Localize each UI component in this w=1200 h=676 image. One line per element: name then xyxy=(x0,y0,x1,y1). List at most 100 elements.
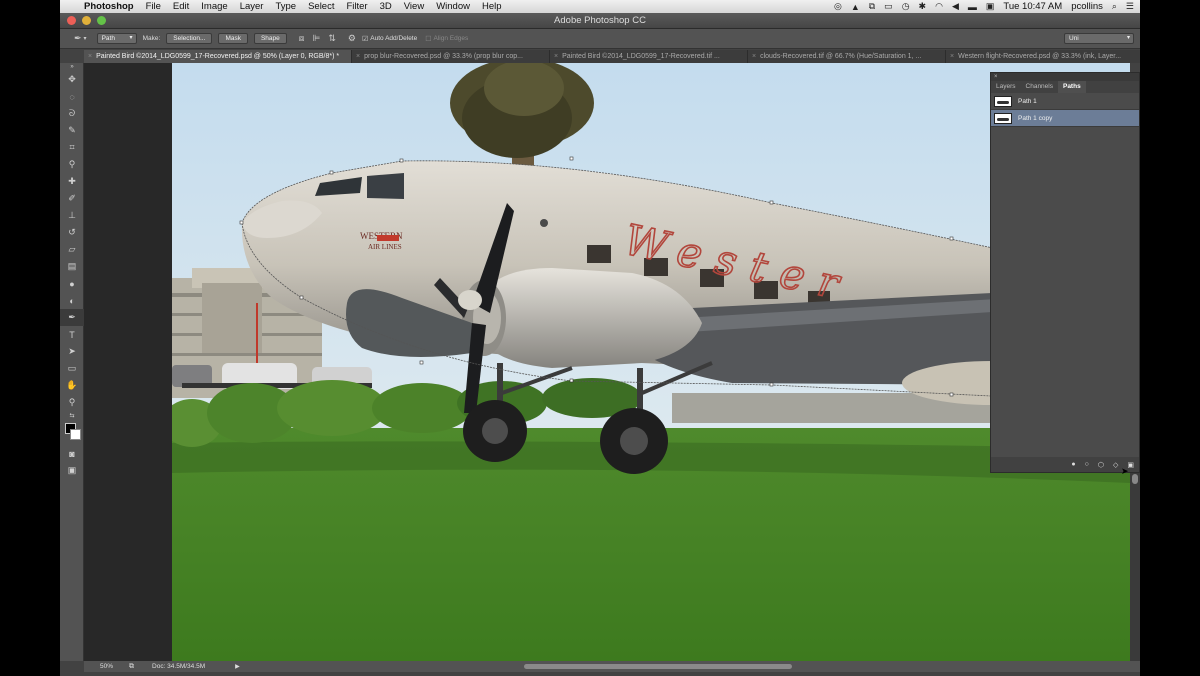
panel-close-icon[interactable]: × xyxy=(991,73,1139,81)
path-alignment-icon[interactable]: ⊫ xyxy=(313,33,321,44)
path-thumbnail xyxy=(994,95,1012,107)
path-thumbnail xyxy=(994,112,1012,124)
screen: Photoshop File Edit Image Layer Type Sel… xyxy=(60,0,1140,676)
make-work-path-icon[interactable]: ◇ xyxy=(1113,461,1118,469)
align-edges-checkbox[interactable]: ☐ xyxy=(425,35,431,43)
document-image[interactable]: Wester WESTERN AIR LINES xyxy=(172,63,1130,661)
menu-layer[interactable]: Layer xyxy=(240,1,264,12)
rectangle-icon[interactable]: ▭ xyxy=(60,360,84,377)
zoom-icon[interactable]: ⚲ xyxy=(60,394,84,411)
user-name[interactable]: pcollins xyxy=(1071,1,1103,12)
spotlight-icon[interactable]: ⌕ xyxy=(1112,1,1117,12)
healing-icon[interactable]: ✚ xyxy=(60,173,84,190)
input-source-icon[interactable]: ▣ xyxy=(986,1,995,12)
notification-center-icon[interactable]: ☰ xyxy=(1126,1,1134,12)
path-row[interactable]: Path 1 copy xyxy=(991,110,1139,127)
battery-icon[interactable]: ▬ xyxy=(968,2,977,12)
units-select[interactable]: Uni xyxy=(1064,33,1134,44)
clone-stamp-icon[interactable]: ⊥ xyxy=(60,207,84,224)
auto-add-delete-checkbox[interactable]: ☑ xyxy=(362,35,368,43)
hand-icon[interactable]: ✋ xyxy=(60,377,84,394)
menu-select[interactable]: Select xyxy=(308,1,334,12)
mask-button[interactable]: Mask xyxy=(218,33,248,44)
tab-document[interactable]: × Painted Bird ©2014_LDG0599_17-Recovered… xyxy=(550,50,748,63)
menu-type[interactable]: Type xyxy=(275,1,296,12)
menu-filter[interactable]: Filter xyxy=(346,1,367,12)
background-color-swatch[interactable] xyxy=(70,429,81,440)
quick-mask-icon[interactable]: ◙ xyxy=(60,445,84,462)
vertical-scrollbar[interactable] xyxy=(1130,472,1140,661)
menu-3d[interactable]: 3D xyxy=(380,1,392,12)
move-icon[interactable]: ✥ xyxy=(60,71,84,88)
blur-icon[interactable]: ● xyxy=(60,275,84,292)
close-icon[interactable]: × xyxy=(950,53,954,60)
sync-icon[interactable]: ◎ xyxy=(834,1,842,12)
menu-file[interactable]: File xyxy=(146,1,161,12)
close-icon[interactable]: × xyxy=(88,53,92,60)
mouse-cursor-icon: ➤ xyxy=(1121,466,1129,476)
tab-document[interactable]: × prop blur-Recovered.psd @ 33.3% (prop b… xyxy=(352,50,550,63)
horizontal-scroll-thumb[interactable] xyxy=(524,664,792,669)
tab-label: clouds-Recovered.tif @ 66.7% (Hue/Satura… xyxy=(760,53,922,60)
selection-button[interactable]: Selection... xyxy=(166,33,213,44)
chevron-down-icon[interactable]: ▾ xyxy=(84,35,87,42)
gear-icon[interactable]: ⚙ xyxy=(348,33,356,44)
close-icon[interactable]: × xyxy=(356,53,360,60)
menu-app-name[interactable]: Photoshop xyxy=(84,1,134,12)
menu-window[interactable]: Window xyxy=(436,1,470,12)
status-menu-arrow-icon[interactable]: ▶ xyxy=(235,663,240,670)
screen-mode-icon[interactable]: ▣ xyxy=(60,462,84,479)
bluetooth-icon[interactable]: ✱ xyxy=(919,1,927,12)
time-machine-icon[interactable]: ◷ xyxy=(902,1,910,12)
stroke-path-icon[interactable]: ○ xyxy=(1085,461,1089,468)
history-brush-icon[interactable]: ↺ xyxy=(60,224,84,241)
airplay-icon[interactable]: ▭ xyxy=(884,1,893,12)
menu-image[interactable]: Image xyxy=(201,1,227,12)
path-operations-icon[interactable]: ⧈ xyxy=(299,33,305,44)
gradient-icon[interactable]: ▤ xyxy=(60,258,84,275)
tab-paths[interactable]: Paths xyxy=(1057,81,1086,93)
menu-help[interactable]: Help xyxy=(482,1,502,12)
path-select-icon[interactable]: ➤ xyxy=(60,343,84,360)
title-bar: Adobe Photoshop CC xyxy=(60,13,1140,29)
vertical-scroll-thumb[interactable] xyxy=(1132,474,1138,484)
swap-colors-icon[interactable]: ⇆ xyxy=(60,411,84,419)
tool-mode-select[interactable]: Path xyxy=(96,33,137,44)
drive-icon[interactable]: ▲ xyxy=(851,2,860,12)
wifi-icon[interactable]: ◠ xyxy=(935,1,943,12)
shape-button[interactable]: Shape xyxy=(253,33,287,44)
lasso-icon[interactable]: ᘐ xyxy=(60,105,84,122)
volume-icon[interactable]: ◀ xyxy=(952,1,959,12)
eyedropper-icon[interactable]: ⚲ xyxy=(60,156,84,173)
pen-tool-preset-icon[interactable]: ✒ xyxy=(74,33,82,44)
clock[interactable]: Tue 10:47 AM xyxy=(1003,1,1062,12)
path-arrangement-icon[interactable]: ⇅ xyxy=(328,33,336,44)
fill-path-icon[interactable]: ● xyxy=(1071,461,1075,468)
dodge-icon[interactable]: ◐ xyxy=(60,292,84,309)
tools-panel-collapse-icon[interactable]: » xyxy=(60,63,84,71)
tab-channels[interactable]: Channels xyxy=(1021,81,1058,93)
menu-edit[interactable]: Edit xyxy=(173,1,189,12)
load-selection-icon[interactable]: ⬡ xyxy=(1098,461,1104,469)
zoom-level[interactable]: 50% xyxy=(100,663,113,670)
pen-icon[interactable]: ✒ xyxy=(60,309,84,326)
close-icon[interactable]: × xyxy=(554,53,558,60)
marquee-icon[interactable]: ◌ xyxy=(60,88,84,105)
crop-icon[interactable]: ⌗ xyxy=(60,139,84,156)
tab-document[interactable]: × Western flight-Recovered.psd @ 33.3% (i… xyxy=(946,50,1140,63)
menu-view[interactable]: View xyxy=(404,1,424,12)
brush-icon[interactable]: ✐ xyxy=(60,190,84,207)
canvas-area[interactable]: Wester WESTERN AIR LINES xyxy=(84,63,1130,661)
tab-document[interactable]: × clouds-Recovered.tif @ 66.7% (Hue/Satur… xyxy=(748,50,946,63)
proof-icon[interactable]: ⧉ xyxy=(129,663,134,671)
eraser-icon[interactable]: ▱ xyxy=(60,241,84,258)
type-icon[interactable]: T xyxy=(60,326,84,343)
path-row[interactable]: Path 1 xyxy=(991,93,1139,110)
path-name: Path 1 copy xyxy=(1018,114,1053,122)
quick-select-icon[interactable]: ✎ xyxy=(60,122,84,139)
screen-share-icon[interactable]: ⧉ xyxy=(869,1,875,12)
close-icon[interactable]: × xyxy=(752,53,756,60)
path-name: Path 1 xyxy=(1018,97,1037,105)
tab-document[interactable]: × Painted Bird ©2014_LDG0599_17-Recovered… xyxy=(84,50,352,63)
tab-layers[interactable]: Layers xyxy=(991,81,1021,93)
